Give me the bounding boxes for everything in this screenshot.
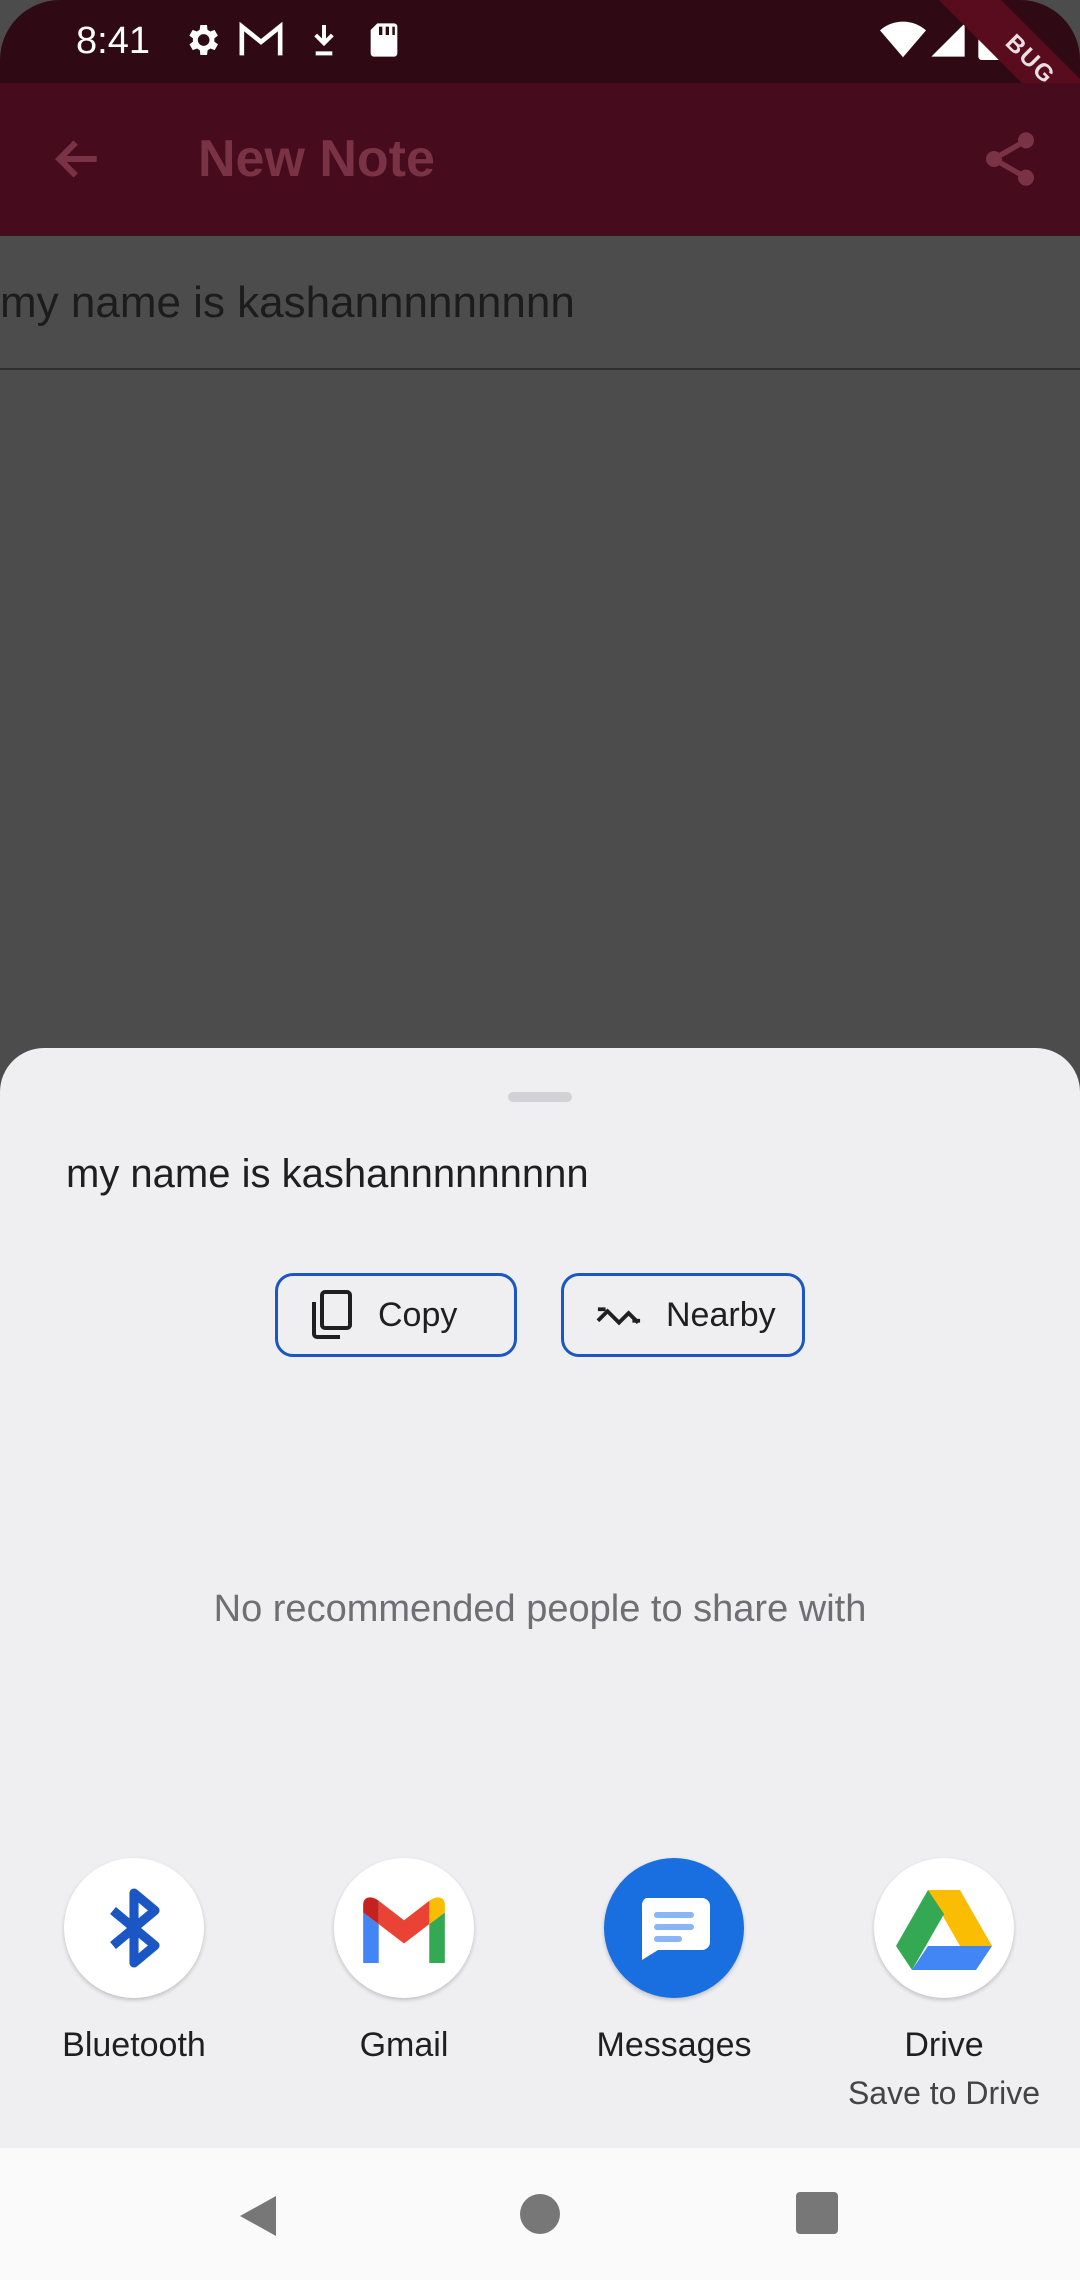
drag-handle[interactable] [508,1092,572,1102]
sd-card-icon [370,23,398,57]
wifi-icon [880,21,926,58]
share-sheet: my name is kashannnnnnnnn Copy Nearby No… [0,1048,1080,2148]
messages-icon [641,1898,710,1960]
signal-icon [931,23,965,57]
share-target-messages[interactable]: Messages [564,1858,784,2065]
app-bar: New Note [0,83,1080,236]
nearby-icon [596,1307,641,1326]
note-text-field[interactable]: my name is kashannnnnnnnn [0,236,1080,370]
arrow-back-icon[interactable] [50,131,106,187]
back-triangle-icon[interactable] [236,2192,280,2240]
shared-text-preview: my name is kashannnnnnnnn [66,1152,589,1196]
home-circle-icon[interactable] [518,2192,562,2236]
status-time: 8:41 [76,20,150,62]
gear-icon [189,25,218,55]
drive-icon [896,1890,992,1970]
download-icon [314,25,334,56]
share-target-gmail[interactable]: Gmail [294,1858,514,2065]
gmail-icon [363,1897,445,1963]
status-bar: 8:41 BUG [0,0,1080,154]
nearby-label: Nearby [666,1295,776,1334]
note-text: my name is kashannnnnnnnn [0,278,575,327]
copy-button[interactable]: Copy [275,1273,517,1357]
bluetooth-icon [110,1888,160,1968]
share-icon[interactable] [978,127,1042,191]
nearby-button[interactable]: Nearby [561,1273,805,1357]
copy-icon [312,1290,352,1339]
share-target-drive[interactable]: Drive Save to Drive [834,1858,1054,2112]
share-target-label: Messages [596,2026,752,2064]
share-target-bluetooth[interactable]: Bluetooth [24,1858,244,2065]
share-target-label: Bluetooth [62,2026,206,2064]
navigation-bar [0,2148,1080,2280]
copy-label: Copy [378,1295,458,1334]
gmail-icon [239,21,283,56]
share-target-label: Drive [904,2026,984,2064]
page-title: New Note [198,130,435,188]
share-target-sublabel: Save to Drive [847,2075,1041,2111]
no-recommendations-text: No recommended people to share with [213,1588,867,1630]
recents-square-icon[interactable] [796,2192,838,2234]
share-target-label: Gmail [359,2026,449,2064]
